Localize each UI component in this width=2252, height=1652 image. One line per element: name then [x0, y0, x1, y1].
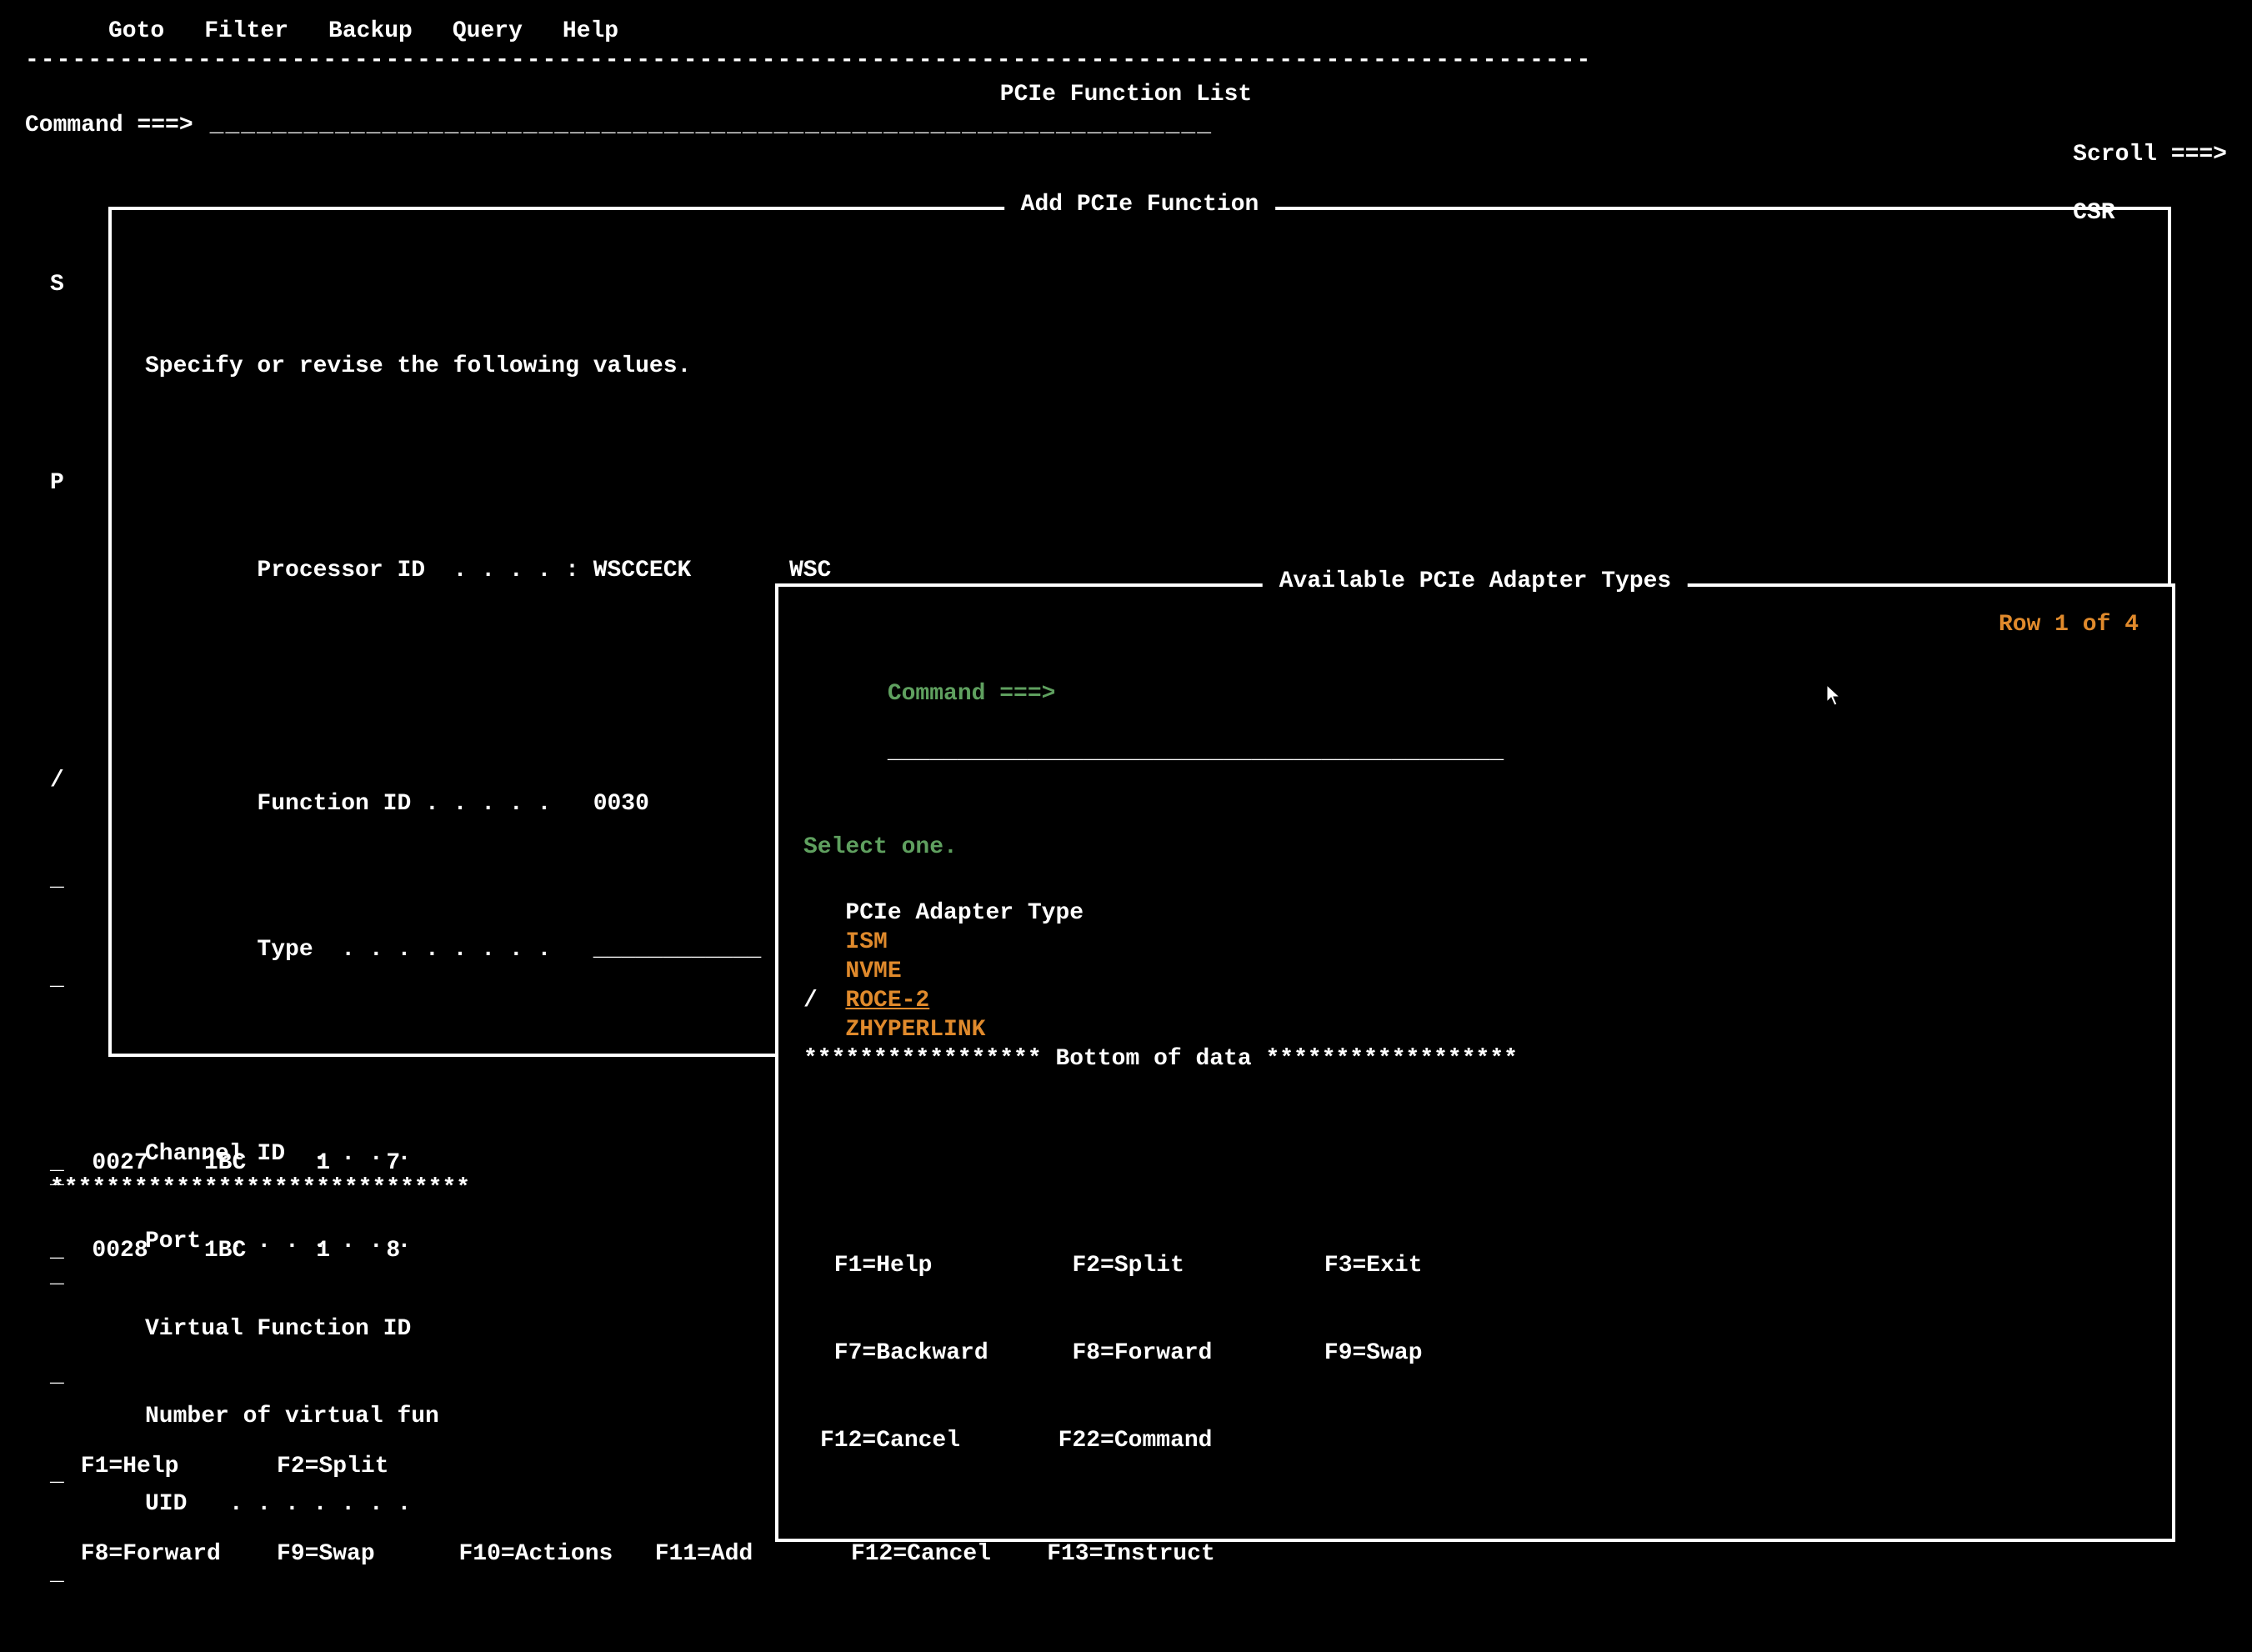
- sel-marker[interactable]: /: [50, 766, 106, 807]
- adapter-type-item[interactable]: ZHYPERLINK: [803, 1015, 2147, 1044]
- row-info: Row 1 of 4: [1999, 610, 2139, 639]
- command-label: Command ===>: [888, 681, 1056, 707]
- function-table-rows: _ 0027 1BC 1 7 _ 0028 1BC 1 8: [50, 1090, 400, 1324]
- sel-marker[interactable]: P: [50, 468, 106, 509]
- col-header: PCIe Adapter Type: [845, 900, 1083, 926]
- sel-marker: [50, 568, 106, 608]
- processor-id-value: WSCCECK: [593, 558, 692, 583]
- divider-dashes: ----------------------------------------…: [25, 46, 2227, 75]
- command-input[interactable]: ________________________________________…: [888, 739, 1504, 765]
- function-id-input[interactable]: 0030: [593, 791, 649, 817]
- processor-desc: WSC: [789, 558, 831, 583]
- sel-marker[interactable]: S: [50, 270, 106, 311]
- type-label: Type . . . . . . . .: [257, 937, 593, 963]
- menu-filter[interactable]: Filter: [204, 17, 288, 46]
- menu-goto[interactable]: Goto: [108, 17, 164, 46]
- command-input[interactable]: ________________________________________…: [210, 111, 1213, 140]
- dialog2-fkeys[interactable]: F1=Help F2=Split F3=Exit: [820, 1251, 1423, 1280]
- table-row[interactable]: _ 0028 1BC 1 8: [50, 1236, 400, 1265]
- command-label: Command ===>: [25, 111, 193, 140]
- menu-query[interactable]: Query: [453, 17, 523, 46]
- panel-title: PCIe Function List: [25, 80, 2227, 109]
- sel-marker[interactable]: _: [50, 865, 106, 906]
- adapter-type-item[interactable]: NVME: [803, 957, 2147, 986]
- bottom-of-data-stars: ******************************: [50, 1174, 470, 1203]
- menu-bar: Goto Filter Backup Query Help: [25, 17, 2227, 46]
- menu-help[interactable]: Help: [563, 17, 618, 46]
- sel-marker: [50, 667, 106, 708]
- sel-marker: [50, 369, 106, 410]
- instruction-text: Specify or revise the following values.: [145, 352, 2134, 381]
- global-fkeys[interactable]: F1=Help F2=Split F8=Forward F9=Swap F10=…: [67, 1394, 1215, 1627]
- adapter-type-item[interactable]: ISM: [803, 928, 2147, 957]
- processor-id-label: Processor ID . . . . :: [257, 558, 593, 583]
- type-input[interactable]: ____________: [593, 937, 762, 963]
- scroll-label-text: Scroll ===>: [2073, 142, 2227, 168]
- dialog-title: Add PCIe Function: [1004, 190, 1276, 219]
- sel-marker[interactable]: _: [50, 964, 106, 1005]
- adapter-type-item[interactable]: / ROCE-2: [803, 986, 2147, 1015]
- terminal-screen: Goto Filter Backup Query Help ----------…: [0, 0, 2252, 1652]
- select-one-label: Select one.: [803, 833, 2147, 862]
- dialog-title: Available PCIe Adapter Types: [1263, 567, 1688, 596]
- dialog2-fkeys[interactable]: F7=Backward F8=Forward F9=Swap: [820, 1339, 1423, 1368]
- bottom-of-data: ***************** Bottom of data *******…: [803, 1044, 2147, 1074]
- menu-backup[interactable]: Backup: [328, 17, 413, 46]
- function-id-label: Function ID . . . . .: [257, 791, 593, 817]
